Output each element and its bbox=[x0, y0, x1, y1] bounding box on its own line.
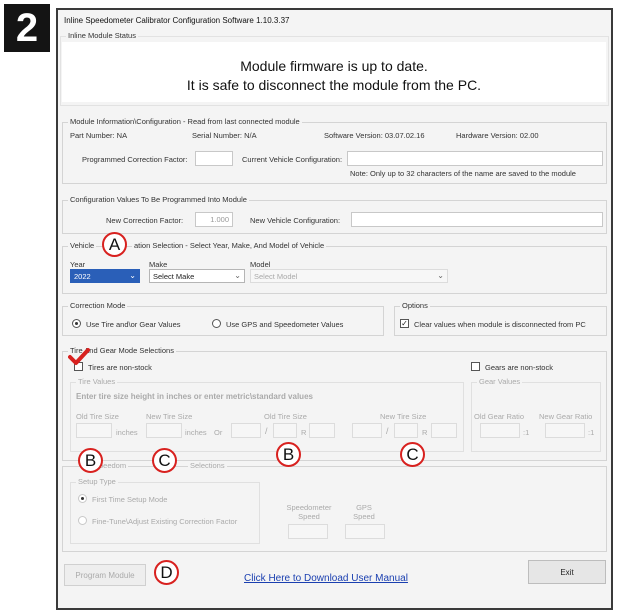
old-gear-ratio-label: Old Gear Ratio bbox=[474, 412, 525, 421]
new-vehicle-configuration-field[interactable] bbox=[351, 212, 603, 227]
old-tire-inches-unit: inches bbox=[116, 428, 138, 437]
fine-tune-label: Fine-Tune\Adjust Existing Correction Fac… bbox=[92, 517, 238, 526]
old-tire-r-label: R bbox=[301, 428, 307, 437]
new-tire-inches-unit: inches bbox=[185, 428, 207, 437]
chevron-down-icon: ⌄ bbox=[437, 271, 444, 280]
new-correction-factor-label: New Correction Factor: bbox=[106, 216, 184, 225]
serial-number: Serial Number: N/A bbox=[192, 131, 257, 140]
module-info-legend: Module Information\Configuration - Read … bbox=[68, 117, 302, 126]
clear-values-label: Clear values when module is disconnected… bbox=[414, 320, 586, 329]
gps-speed-label: GPS Speed bbox=[353, 503, 375, 521]
make-value: Select Make bbox=[153, 272, 195, 281]
gps-speedometer-legend-end: Selections bbox=[188, 461, 227, 470]
tire-gear-mode-label: Use Tire and\or Gear Values bbox=[86, 320, 181, 329]
setup-type-legend: Setup Type bbox=[76, 477, 118, 486]
vehicle-selection-legend-end: ation Selection - Select Year, Make, And… bbox=[132, 241, 327, 250]
new-tire-size-label: New Tire Size bbox=[146, 412, 193, 421]
gps-speedometer-mode-radio[interactable] bbox=[212, 319, 221, 328]
old-tire-aspect-field[interactable] bbox=[273, 423, 297, 438]
speedometer-speed-field[interactable] bbox=[288, 524, 328, 539]
fine-tune-radio[interactable] bbox=[78, 516, 87, 525]
programmed-correction-factor-label: Programmed Correction Factor: bbox=[82, 155, 188, 164]
callout-d: D bbox=[154, 560, 179, 585]
status-line-1: Module firmware is up to date. bbox=[240, 58, 428, 74]
tire-gear-mode-radio[interactable] bbox=[72, 319, 81, 328]
gear-values-legend: Gear Values bbox=[477, 377, 523, 386]
module-status-legend: Inline Module Status bbox=[66, 31, 138, 40]
callout-b-metric: B bbox=[276, 442, 301, 467]
gps-speedometer-mode-label: Use GPS and Speedometer Values bbox=[226, 320, 344, 329]
chevron-down-icon: ⌄ bbox=[234, 271, 241, 280]
app-window: Inline Speedometer Calibrator Configurat… bbox=[56, 8, 613, 610]
correction-mode-legend: Correction Mode bbox=[68, 301, 128, 310]
download-user-manual-link[interactable]: Click Here to Download User Manual bbox=[244, 573, 408, 584]
status-line-2: It is safe to disconnect the module from… bbox=[186, 77, 482, 93]
module-status-panel: Module firmware is up to date. It is saf… bbox=[62, 42, 606, 102]
vehicle-selection-legend-start: Vehicle bbox=[68, 241, 97, 250]
year-dropdown[interactable]: 2022 ⌄ bbox=[70, 269, 140, 283]
old-gear-ratio-suffix: :1 bbox=[523, 428, 530, 437]
old-tire-width-field[interactable] bbox=[231, 423, 261, 438]
programmed-correction-factor-field[interactable] bbox=[195, 151, 233, 166]
tire-size-instruction: Enter tire size height in inches or ente… bbox=[76, 392, 313, 401]
current-vehicle-configuration-field[interactable] bbox=[347, 151, 603, 166]
make-dropdown[interactable]: Select Make ⌄ bbox=[149, 269, 245, 283]
step-number-badge: 2 bbox=[4, 4, 50, 52]
hardware-version: Hardware Version: 02.00 bbox=[456, 131, 539, 140]
new-tire-inches-field[interactable] bbox=[146, 423, 182, 438]
new-tire-slash: / bbox=[386, 426, 389, 436]
checkmark-annotation-stroke bbox=[68, 348, 90, 365]
old-gear-ratio-field[interactable] bbox=[480, 423, 520, 438]
old-tire-size-label: Old Tire Size bbox=[76, 412, 119, 421]
exit-button[interactable]: Exit bbox=[528, 560, 606, 584]
callout-b-inches: B bbox=[78, 448, 103, 473]
checkmark-annotation-icon bbox=[68, 348, 90, 365]
current-vehicle-configuration-label: Current Vehicle Configuration: bbox=[242, 155, 343, 164]
gears-nonstock-label: Gears are non-stock bbox=[485, 363, 553, 372]
old-tire-slash: / bbox=[265, 426, 268, 436]
new-gear-ratio-suffix: :1 bbox=[588, 428, 595, 437]
or-label: Or bbox=[214, 428, 223, 437]
old-tire-rim-field[interactable] bbox=[309, 423, 335, 438]
options-legend: Options bbox=[400, 301, 430, 310]
new-vehicle-configuration-label: New Vehicle Configuration: bbox=[250, 216, 341, 225]
callout-c-metric: C bbox=[400, 442, 425, 467]
window-title: Inline Speedometer Calibrator Configurat… bbox=[64, 16, 290, 25]
callout-c-inches: C bbox=[152, 448, 177, 473]
tire-values-legend: Tire Values bbox=[76, 377, 118, 386]
year-label: Year bbox=[70, 260, 86, 269]
new-tire-rim-field[interactable] bbox=[431, 423, 457, 438]
clear-values-checkbox[interactable]: ✓ bbox=[400, 319, 409, 328]
new-tire-aspect-field[interactable] bbox=[394, 423, 418, 438]
chevron-down-icon: ⌄ bbox=[129, 271, 136, 280]
program-module-button[interactable]: Program Module bbox=[64, 564, 146, 586]
new-tire-size-metric-label: New Tire Size bbox=[380, 412, 427, 421]
tires-nonstock-label: Tires are non-stock bbox=[88, 363, 152, 372]
callout-a: A bbox=[102, 232, 127, 257]
year-value: 2022 bbox=[74, 272, 91, 281]
setup-type-group bbox=[70, 482, 260, 544]
old-tire-inches-field[interactable] bbox=[76, 423, 112, 438]
new-correction-factor-value: 1.000 bbox=[210, 215, 229, 224]
model-dropdown[interactable]: Select Model ⌄ bbox=[250, 269, 448, 283]
speedometer-speed-label: Speedometer Speed bbox=[286, 503, 332, 521]
part-number: Part Number: NA bbox=[70, 131, 128, 140]
model-label: Model bbox=[250, 260, 271, 269]
model-value: Select Model bbox=[254, 272, 298, 281]
gps-speed-field[interactable] bbox=[345, 524, 385, 539]
new-tire-r-label: R bbox=[422, 428, 428, 437]
new-tire-width-field[interactable] bbox=[352, 423, 382, 438]
first-time-setup-radio[interactable] bbox=[78, 494, 87, 503]
software-version: Software Version: 03.07.02.16 bbox=[324, 131, 425, 140]
old-tire-size-metric-label: Old Tire Size bbox=[264, 412, 307, 421]
new-gear-ratio-field[interactable] bbox=[545, 423, 585, 438]
first-time-setup-label: First Time Setup Mode bbox=[92, 495, 168, 504]
gears-nonstock-checkbox[interactable] bbox=[471, 362, 480, 371]
new-correction-factor-field[interactable]: 1.000 bbox=[195, 212, 233, 227]
make-label: Make bbox=[149, 260, 168, 269]
new-gear-ratio-label: New Gear Ratio bbox=[539, 412, 593, 421]
name-length-note: Note: Only up to 32 characters of the na… bbox=[350, 169, 576, 178]
config-values-legend: Configuration Values To Be Programmed In… bbox=[68, 195, 249, 204]
